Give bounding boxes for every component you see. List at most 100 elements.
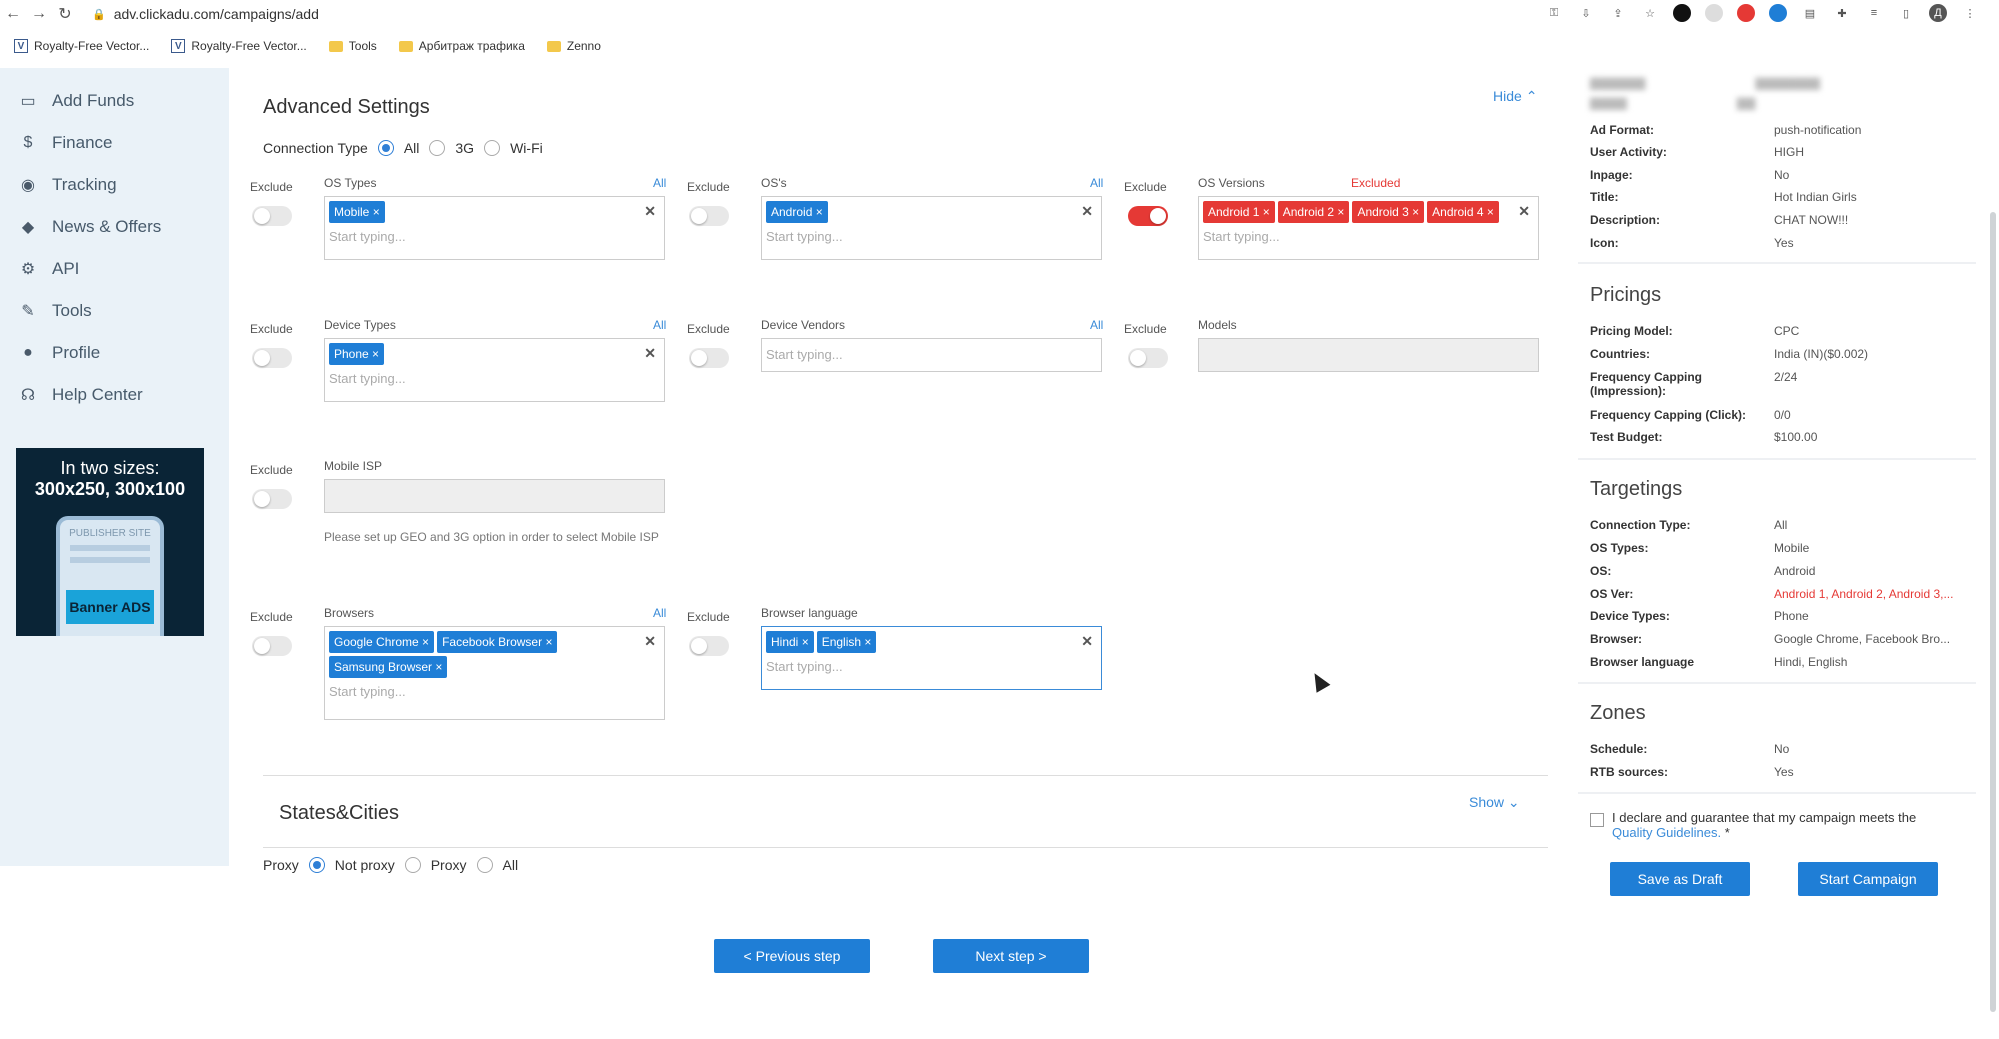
browsers-all-link[interactable]: All (653, 606, 666, 620)
radio-proxy[interactable] (404, 857, 421, 873)
device-types-all-link[interactable]: All (653, 318, 666, 332)
sidebar-item-tools[interactable]: ✎ Tools (0, 290, 229, 332)
extension-circle-icon[interactable] (1673, 4, 1691, 22)
radio-wifi[interactable] (484, 140, 501, 156)
download-icon[interactable]: ⇩ (1577, 4, 1595, 22)
oss-all-link[interactable]: All (1090, 176, 1103, 190)
sidebar-item-api[interactable]: ⚙ API (0, 248, 229, 290)
banner-line2: 300x250, 300x100 (34, 479, 186, 499)
back-icon[interactable]: ← (0, 0, 26, 28)
browsers-select[interactable]: Google Chrome × Facebook Browser × Samsu… (324, 626, 665, 720)
list-icon[interactable]: ≡ (1865, 4, 1883, 22)
summary-row: RTB sources: Yes (1590, 765, 1794, 779)
previous-step-button[interactable]: < Previous step (714, 939, 870, 973)
os-types-label: OS Types (324, 176, 377, 190)
chip-hindi[interactable]: Hindi × (766, 631, 814, 653)
share-icon[interactable]: ⇪ (1609, 4, 1627, 22)
os-types-exclude-toggle[interactable] (252, 206, 292, 226)
reload-icon[interactable]: ↻ (52, 0, 78, 28)
clear-icon[interactable]: ✕ (644, 633, 656, 650)
bookmark-1[interactable]: V Royalty-Free Vector... (14, 39, 149, 53)
radio-3g[interactable] (429, 140, 446, 156)
key-icon[interactable]: ⚿ (1545, 4, 1563, 22)
oss-select[interactable]: Android × Start typing... ✕ (761, 196, 1102, 260)
hide-link[interactable]: Hide ⌃ (1493, 88, 1537, 105)
clear-icon[interactable]: ✕ (1081, 203, 1093, 220)
radio-not-proxy[interactable] (308, 857, 325, 873)
clear-icon[interactable]: ✕ (644, 345, 656, 362)
device-vendors-exclude-toggle[interactable] (689, 348, 729, 368)
summary-row: Ad Format: push-notification (1590, 123, 1862, 137)
chip-android-2[interactable]: Android 2 × (1277, 201, 1350, 223)
chip-google-chrome[interactable]: Google Chrome × (329, 631, 435, 653)
radio-proxy-all[interactable] (476, 857, 493, 873)
sidebar-item-tracking[interactable]: ◉ Tracking (0, 164, 229, 206)
start-campaign-button[interactable]: Start Campaign (1798, 862, 1938, 896)
clear-icon[interactable]: ✕ (1518, 203, 1530, 220)
sidebar-item-add-funds[interactable]: ▭ Add Funds (0, 80, 229, 122)
device-vendors-all-link[interactable]: All (1090, 318, 1103, 332)
device-vendors-select[interactable]: Start typing... (761, 338, 1102, 372)
url-text[interactable]: adv.clickadu.com/campaigns/add (114, 6, 319, 22)
bookmark-folder-arbitrage[interactable]: Арбитраж трафика (398, 39, 525, 53)
address-bar[interactable]: 🔒 adv.clickadu.com/campaigns/add (92, 6, 319, 22)
scrollbar[interactable] (1990, 212, 1996, 1012)
clear-icon[interactable]: ✕ (644, 203, 656, 220)
forward-icon[interactable]: → (26, 0, 52, 28)
device-types-select[interactable]: Phone × Start typing... ✕ (324, 338, 665, 402)
device-types-exclude-toggle[interactable] (252, 348, 292, 368)
star-icon[interactable]: ☆ (1641, 4, 1659, 22)
chip-android-1[interactable]: Android 1 × (1203, 201, 1275, 223)
show-link[interactable]: Show ⌄ (1469, 794, 1520, 811)
sidepanel-icon[interactable]: ▯ (1897, 4, 1915, 22)
os-types-select[interactable]: Mobile × Start typing... ✕ (324, 196, 665, 260)
oss-exclude-toggle[interactable] (689, 206, 729, 226)
browsers-label: Browsers (324, 606, 375, 620)
chip-phone[interactable]: Phone × (329, 343, 385, 365)
bookmarks-bar: V Royalty-Free Vector... V Royalty-Free Ve… (0, 34, 1999, 58)
declare-checkbox[interactable] (1590, 813, 1604, 827)
summary-row: Frequency Capping (Click): 0/0 (1590, 408, 1791, 422)
summary-row: Icon: Yes (1590, 236, 1794, 250)
sidebar-item-profile[interactable]: ● Profile (0, 332, 229, 374)
extension-red-icon[interactable] (1737, 4, 1755, 22)
kebab-menu-icon[interactable]: ⋮ (1961, 4, 1979, 22)
puzzle-icon[interactable]: ✚ (1833, 4, 1851, 22)
mobile-isp-exclude-toggle[interactable] (252, 489, 292, 509)
browsers-exclude-toggle[interactable] (252, 636, 292, 656)
exclude-label: Exclude (250, 322, 293, 336)
os-versions-select[interactable]: Android 1 × Android 2 × Android 3 × Andr… (1198, 196, 1539, 260)
extension-sheet-icon[interactable]: ▤ (1801, 4, 1819, 22)
chip-facebook-browser[interactable]: Facebook Browser × (437, 631, 558, 653)
os-versions-exclude-toggle[interactable] (1128, 206, 1168, 226)
chip-english[interactable]: English × (816, 631, 877, 653)
banner-line (70, 545, 150, 551)
bookmark-folder-zenno[interactable]: Zenno (546, 39, 601, 53)
promo-banner[interactable]: In two sizes: 300x250, 300x100 PUBLISHER… (16, 448, 204, 636)
bookmark-2[interactable]: V Royalty-Free Vector... (171, 39, 307, 53)
os-types-all-link[interactable]: All (653, 176, 666, 190)
extension-blue-icon[interactable] (1769, 4, 1787, 22)
save-as-draft-button[interactable]: Save as Draft (1610, 862, 1750, 896)
sidebar-item-help[interactable]: ☊ Help Center (0, 374, 229, 416)
chip-mobile[interactable]: Mobile × (329, 201, 385, 223)
sidebar-item-finance[interactable]: $ Finance (0, 122, 229, 164)
chip-android-4[interactable]: Android 4 × (1427, 201, 1499, 223)
chip-android[interactable]: Android × (766, 201, 828, 223)
browser-language-exclude-toggle[interactable] (689, 636, 729, 656)
sidebar-item-news[interactable]: ◆ News & Offers (0, 206, 229, 248)
proxy-group: Proxy Not proxy Proxy All (263, 857, 519, 873)
avatar[interactable]: Д (1929, 4, 1947, 22)
next-step-button[interactable]: Next step > (933, 939, 1089, 973)
clear-icon[interactable]: ✕ (1081, 633, 1093, 650)
summary-row: Countries: India (IN)($0.002) (1590, 347, 1869, 361)
extension-gray-icon[interactable] (1705, 4, 1723, 22)
chip-samsung-browser[interactable]: Samsung Browser × (329, 656, 448, 678)
browser-language-select[interactable]: Hindi × English × Start typing... ✕ (761, 626, 1102, 690)
chip-android-3[interactable]: Android 3 × (1352, 201, 1425, 223)
radio-all[interactable] (377, 140, 394, 156)
device-vendors-label: Device Vendors (761, 318, 846, 332)
quality-guidelines-link[interactable]: Quality Guidelines. (1612, 825, 1721, 840)
bookmark-folder-tools[interactable]: Tools (328, 39, 377, 53)
models-exclude-toggle[interactable] (1128, 348, 1168, 368)
